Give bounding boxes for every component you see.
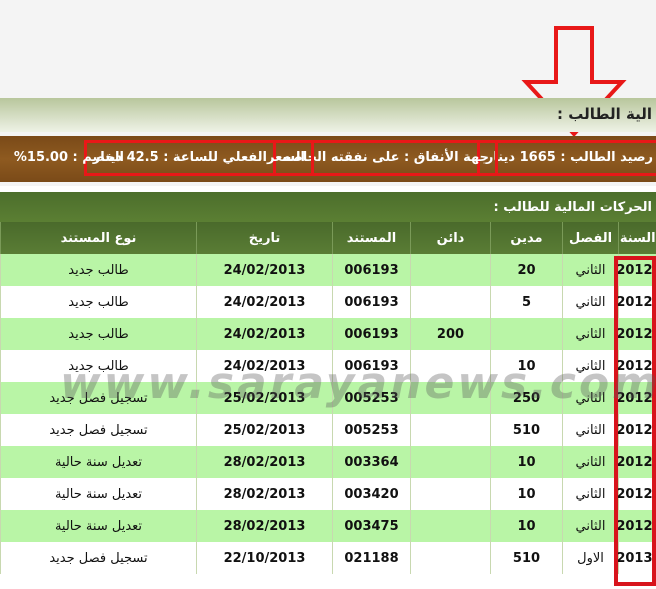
cell-year: 2012 [616, 350, 656, 382]
table-row[interactable]: 2012 الثاني 10 003420 28/02/2013 تعديل سنة حا… [0, 478, 656, 510]
cell-doc: 006193 [332, 254, 411, 286]
cell-year: 2012 [616, 382, 656, 414]
cell-year: 2012 [616, 478, 656, 510]
cell-doc: 021188 [332, 542, 411, 574]
financial-moves-title: الحركات المالية للطالب : [0, 192, 656, 222]
cell-credit [410, 478, 491, 510]
header-document-type[interactable]: نوع المستند [0, 222, 197, 254]
cell-doc: 006193 [332, 350, 411, 382]
cell-doc: 006193 [332, 286, 411, 318]
cell-date: 28/02/2013 [196, 478, 333, 510]
table-row[interactable]: 2012 الثاني 5 006193 24/02/2013 طالب جديد [0, 286, 656, 318]
table-row[interactable]: 2012 الثاني 20 006193 24/02/2013 طالب جديد [0, 254, 656, 286]
student-summary-bar: رصيد الطالب : 1665 دينار جهة الأنفاق : ع… [0, 136, 656, 182]
cell-type: تعديل سنة حالية [0, 446, 197, 478]
section-title-text: الية الطالب : [557, 105, 652, 123]
cell-debit: 10 [490, 350, 563, 382]
cell-doc: 006193 [332, 318, 411, 350]
cell-term: الثاني [562, 382, 619, 414]
cell-credit [410, 414, 491, 446]
cell-credit [410, 446, 491, 478]
cell-type: تسجيل فصل جديد [0, 414, 197, 446]
table-row[interactable]: 2012 الثاني 250 005253 25/02/2013 تسجيل فصل ج… [0, 382, 656, 414]
cell-term: الثاني [562, 286, 619, 318]
cell-debit: 510 [490, 414, 563, 446]
cell-term: الثاني [562, 318, 619, 350]
header-term[interactable]: الفصل [562, 222, 619, 254]
cell-year: 2012 [616, 510, 656, 542]
cell-debit: 510 [490, 542, 563, 574]
cell-year: 2012 [616, 318, 656, 350]
cell-term: الاول [562, 542, 619, 574]
header-credit[interactable]: دائن [410, 222, 491, 254]
cell-credit [410, 382, 491, 414]
cell-type: تسجيل فصل جديد [0, 382, 197, 414]
cell-date: 24/02/2013 [196, 350, 333, 382]
cell-type: طالب جديد [0, 254, 197, 286]
cell-debit: 10 [490, 478, 563, 510]
cell-term: الثاني [562, 478, 619, 510]
cell-term: الثاني [562, 254, 619, 286]
discount: الخصم : 15.00% [13, 150, 124, 165]
cell-date: 24/02/2013 [196, 286, 333, 318]
cell-term: الثاني [562, 510, 619, 542]
cell-credit [410, 510, 491, 542]
cell-type: طالب جديد [0, 318, 197, 350]
cell-date: 24/02/2013 [196, 318, 333, 350]
cell-credit: 200 [410, 318, 491, 350]
header-document[interactable]: المستند [332, 222, 411, 254]
cell-credit [410, 254, 491, 286]
cell-doc: 003420 [332, 478, 411, 510]
cell-debit: 10 [490, 446, 563, 478]
table-row[interactable]: 2012 الثاني 10 003364 28/02/2013 تعديل سنة حا… [0, 446, 656, 478]
cell-term: الثاني [562, 350, 619, 382]
cell-doc: 003364 [332, 446, 411, 478]
cell-debit: 10 [490, 510, 563, 542]
cell-date: 28/02/2013 [196, 510, 333, 542]
table-row[interactable]: 2012 الثاني 10 006193 24/02/2013 طالب جديد [0, 350, 656, 382]
cell-credit [410, 542, 491, 574]
cell-date: 22/10/2013 [196, 542, 333, 574]
transactions-table: السنة الفصل مدين دائن المستند تاريخ نوع … [0, 222, 656, 574]
table-header-row: السنة الفصل مدين دائن المستند تاريخ نوع … [0, 222, 656, 254]
cell-date: 25/02/2013 [196, 382, 333, 414]
cell-term: الثاني [562, 446, 619, 478]
table-row[interactable]: 2012 الثاني 10 003475 28/02/2013 تعديل سنة حا… [0, 510, 656, 542]
table-row[interactable]: 2012 الثاني 510 005253 25/02/2013 تسجيل فصل ج… [0, 414, 656, 446]
cell-debit: 20 [490, 254, 563, 286]
cell-date: 25/02/2013 [196, 414, 333, 446]
cell-doc: 005253 [332, 382, 411, 414]
cell-doc: 005253 [332, 414, 411, 446]
header-date[interactable]: تاريخ [196, 222, 333, 254]
cell-type: طالب جديد [0, 350, 197, 382]
table-row[interactable]: 2012 الثاني 200 006193 24/02/2013 طالب جديد [0, 318, 656, 350]
cell-term: الثاني [562, 414, 619, 446]
cell-year: 2012 [616, 446, 656, 478]
cell-date: 24/02/2013 [196, 254, 333, 286]
cell-type: طالب جديد [0, 286, 197, 318]
cell-year: 2013 [616, 542, 656, 574]
student-finance-section-title: الية الطالب : [0, 98, 656, 132]
cell-year: 2012 [616, 254, 656, 286]
cell-type: تعديل سنة حالية [0, 510, 197, 542]
cell-debit: 250 [490, 382, 563, 414]
cell-credit [410, 350, 491, 382]
header-year[interactable]: السنة [618, 222, 656, 254]
cell-credit [410, 286, 491, 318]
student-balance: رصيد الطالب : 1665 دينار [476, 140, 656, 176]
cell-year: 2012 [616, 414, 656, 446]
cell-year: 2012 [616, 286, 656, 318]
cell-debit [490, 318, 563, 350]
cell-type: تسجيل فصل جديد [0, 542, 197, 574]
cell-date: 28/02/2013 [196, 446, 333, 478]
cell-doc: 003475 [332, 510, 411, 542]
cell-type: تعديل سنة حالية [0, 478, 197, 510]
table-row[interactable]: 2013 الاول 510 021188 22/10/2013 تسجيل فصل جد… [0, 542, 656, 574]
header-debit[interactable]: مدين [490, 222, 563, 254]
cell-debit: 5 [490, 286, 563, 318]
